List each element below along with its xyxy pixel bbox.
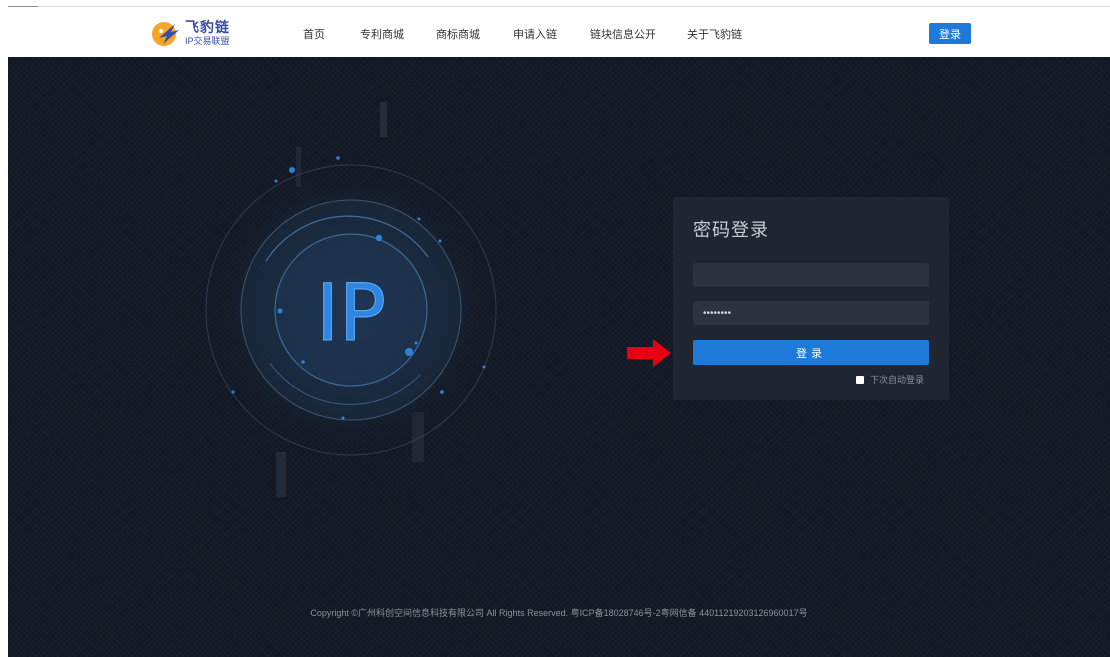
checkbox-icon[interactable]: [856, 375, 864, 384]
nav-block-info[interactable]: 链块信息公开: [590, 26, 656, 42]
top-rule: [0, 0, 1110, 9]
site-header: 飞豹链 IP交易联盟 首页 专利商城 商标商城 申请入链 链块信息公开 关于飞豹…: [8, 9, 1110, 57]
remember-login-checkbox[interactable]: 下次自动登录: [856, 373, 924, 386]
top-rule-segment: [8, 6, 38, 7]
red-right-arrow-icon: [627, 339, 671, 367]
nav-home[interactable]: 首页: [303, 26, 325, 42]
password-input[interactable]: [693, 301, 929, 325]
remember-login-label: 下次自动登录: [870, 375, 925, 385]
nav-patent-mall[interactable]: 专利商城: [360, 26, 404, 42]
logo[interactable]: 飞豹链 IP交易联盟: [151, 17, 230, 49]
top-rule-line: [38, 6, 1110, 7]
username-input[interactable]: [693, 263, 929, 287]
submit-login-button[interactable]: 登录: [693, 340, 929, 365]
leopard-logo-icon: [151, 18, 181, 48]
header-login-button[interactable]: 登录: [929, 23, 971, 44]
nav-about[interactable]: 关于飞豹链: [687, 26, 742, 42]
logo-subtitle: IP交易联盟: [185, 36, 230, 46]
login-title: 密码登录: [693, 220, 769, 240]
login-page-main: IP 密码登录 登录 下次自动登录 Copyright ©广州科创空间信息科技有…: [8, 57, 1110, 657]
footer-copyright: Copyright ©广州科创空间信息科技有限公司 All Rights Res…: [310, 608, 808, 618]
nav-trademark-mall[interactable]: 商标商城: [436, 26, 480, 42]
hero-ip-text: IP: [316, 269, 386, 359]
nav-apply-chain[interactable]: 申请入链: [513, 26, 557, 42]
login-card: 密码登录 登录 下次自动登录: [673, 197, 949, 400]
logo-title: 飞豹链: [185, 19, 230, 35]
